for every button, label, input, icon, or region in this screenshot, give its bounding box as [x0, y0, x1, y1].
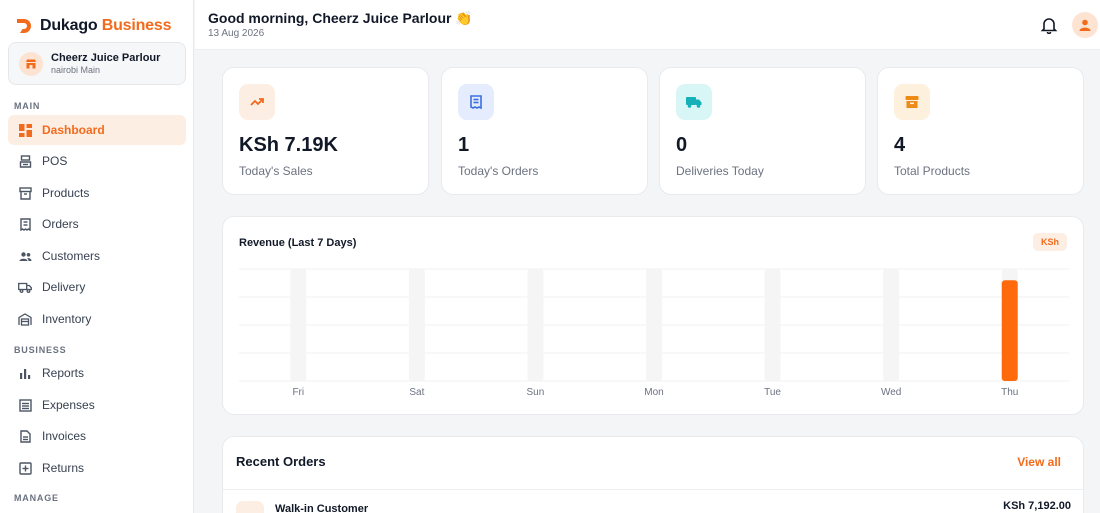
- stat-value: KSh 7.19K: [239, 134, 338, 156]
- sidebar-item-dashboard[interactable]: Dashboard: [8, 115, 186, 145]
- bar-chart-icon: [18, 366, 32, 380]
- stat-card-products[interactable]: 4 Total Products: [877, 67, 1084, 195]
- recent-orders-title: Recent Orders: [236, 454, 326, 469]
- sidebar-item-customers[interactable]: Customers: [8, 241, 186, 271]
- sidebar-item-label: Inventory: [42, 312, 92, 326]
- bar-track: [290, 269, 307, 381]
- view-all-link[interactable]: View all: [1017, 455, 1061, 469]
- stat-value: 1: [458, 134, 470, 156]
- sidebar: Dukago Business Cheerz Juice Parlour nai…: [0, 0, 194, 513]
- register-icon: [18, 154, 32, 168]
- stat-value: 4: [894, 134, 906, 156]
- bar-track: [646, 269, 662, 381]
- brand-logo-link[interactable]: Dukago Business: [14, 16, 171, 36]
- truck-icon: [676, 84, 712, 120]
- sidebar-item-invoices[interactable]: Invoices: [8, 421, 186, 451]
- bar-track: [883, 269, 900, 381]
- current-date: 13 Aug 2026: [208, 28, 265, 39]
- bar-track: [764, 269, 781, 381]
- sidebar-item-pos[interactable]: POS: [8, 146, 186, 176]
- document-icon: [18, 429, 32, 443]
- order-amount: KSh 7,192.00: [1003, 500, 1071, 512]
- currency-badge: KSh: [1033, 233, 1067, 251]
- x-tick-label: Wed: [881, 387, 901, 398]
- return-icon: [18, 461, 32, 475]
- stat-label: Total Products: [894, 164, 971, 178]
- archive-icon: [894, 84, 930, 120]
- user-icon: [1079, 19, 1091, 31]
- stat-label: Today's Orders: [458, 164, 539, 178]
- x-tick-label: Mon: [644, 387, 663, 398]
- revenue-chart-title: Revenue (Last 7 Days): [239, 237, 357, 249]
- sidebar-item-label: Reports: [42, 366, 85, 380]
- trend-up-icon: [239, 84, 275, 120]
- sidebar-item-label: Orders: [42, 217, 79, 231]
- stat-card-orders[interactable]: 1 Today's Orders: [441, 67, 648, 195]
- greeting-title: Good morning, Cheerz Juice Parlour 👏: [208, 10, 473, 26]
- stat-label: Deliveries Today: [676, 164, 764, 178]
- x-tick-label: Thu: [1001, 387, 1018, 398]
- sidebar-item-inventory[interactable]: Inventory: [8, 304, 186, 334]
- store-icon: [19, 51, 43, 76]
- sidebar-item-label: Dashboard: [42, 123, 105, 137]
- stat-card-deliveries[interactable]: 0 Deliveries Today: [659, 67, 866, 195]
- x-tick-label: Sat: [409, 387, 424, 398]
- top-header: Good morning, Cheerz Juice Parlour 👏 13 …: [195, 0, 1100, 50]
- dukago-logo-icon: [17, 19, 31, 33]
- sidebar-item-orders[interactable]: Orders: [8, 209, 186, 239]
- dashboard-icon: [18, 123, 32, 137]
- brand-name: Dukago Business: [40, 17, 172, 34]
- store-switcher[interactable]: Cheerz Juice Parlour nairobi Main: [8, 42, 186, 85]
- user-avatar[interactable]: [1072, 12, 1098, 38]
- order-customer-name[interactable]: Walk-in Customer: [275, 503, 368, 513]
- section-label-manage: MANAGE: [14, 493, 59, 503]
- sidebar-item-label: Returns: [42, 461, 85, 475]
- warehouse-icon: [18, 312, 32, 326]
- divider: [223, 489, 1083, 490]
- sidebar-item-label: POS: [42, 154, 68, 168]
- receipt-icon: [18, 217, 32, 231]
- truck-icon: [18, 280, 32, 294]
- stat-label: Today's Sales: [239, 164, 313, 178]
- sidebar-item-reports[interactable]: Reports: [8, 358, 186, 388]
- sidebar-item-expenses[interactable]: Expenses: [8, 390, 186, 420]
- bar-thu[interactable]: [1001, 280, 1018, 381]
- revenue-chart-card: Fri Sat Sun Mon Tue Wed Thu Revenue (Last 7 Da…: [222, 216, 1084, 415]
- sidebar-item-label: Products: [42, 186, 90, 200]
- sidebar-item-returns[interactable]: Returns: [8, 453, 186, 483]
- stat-value: 0: [676, 134, 688, 156]
- x-tick-label: Sun: [527, 387, 545, 398]
- stat-card-sales[interactable]: KSh 7.19K Today's Sales: [222, 67, 429, 195]
- people-icon: [18, 249, 32, 263]
- store-name: Cheerz Juice Parlour: [51, 51, 161, 64]
- order-icon: [236, 501, 264, 513]
- section-label-business: BUSINESS: [14, 345, 67, 355]
- store-branch: nairobi Main: [51, 64, 101, 75]
- recent-orders-card: Recent Orders View all Walk-in Customer …: [222, 436, 1084, 513]
- sidebar-item-delivery[interactable]: Delivery: [8, 272, 186, 302]
- receipt-icon: [458, 84, 494, 120]
- sidebar-item-label: Expenses: [42, 398, 95, 412]
- sidebar-item-label: Delivery: [42, 280, 86, 294]
- x-tick-label: Fri: [292, 387, 304, 398]
- box-icon: [18, 186, 32, 200]
- sidebar-item-label: Customers: [42, 249, 101, 263]
- list-icon: [18, 398, 32, 412]
- bar-track: [408, 269, 425, 381]
- bar-track: [527, 269, 544, 381]
- sidebar-item-products[interactable]: Products: [8, 178, 186, 208]
- sidebar-item-label: Invoices: [42, 429, 87, 443]
- x-tick-label: Tue: [764, 387, 781, 398]
- notification-bell-icon[interactable]: [1040, 16, 1058, 34]
- section-label-main: MAIN: [14, 101, 41, 111]
